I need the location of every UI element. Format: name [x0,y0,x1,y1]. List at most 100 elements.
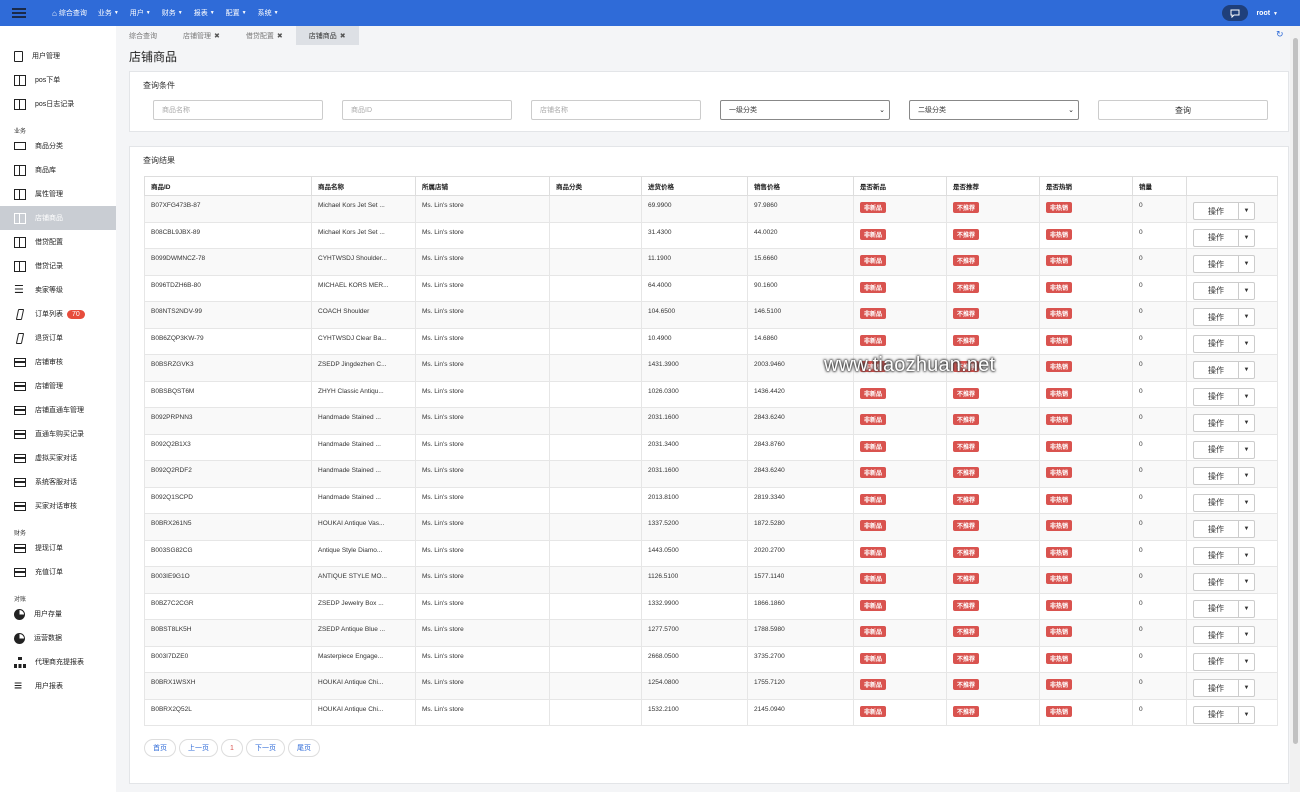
actions-dropdown-toggle[interactable]: ▼ [1239,230,1254,246]
sidebar-item[interactable]: 借贷配置 [0,230,116,254]
actions-button[interactable]: 操作 [1194,203,1239,219]
top-menu-item[interactable]: ⌂ 综合查询 [52,8,87,18]
close-icon[interactable]: ✖ [214,32,220,40]
actions-button[interactable]: 操作 [1194,627,1239,643]
sidebar-item[interactable]: 商品库 [0,158,116,182]
actions-dropdown-toggle[interactable]: ▼ [1239,256,1254,272]
refresh-icon[interactable]: ↻ [1276,29,1286,40]
last-page-button[interactable]: 尾页 [288,739,320,757]
scrollbar-thumb[interactable] [1293,38,1298,744]
category2-select[interactable]: 二级分类 ⌄ [909,100,1079,120]
sidebar-item[interactable]: 充值订单 [0,560,116,584]
sidebar-item[interactable]: 用户报表 [0,674,116,698]
actions-dropdown-toggle[interactable]: ▼ [1239,548,1254,564]
top-menu-item[interactable]: 财务 ▼ [162,8,183,18]
actions-dropdown-toggle[interactable]: ▼ [1239,362,1254,378]
chat-button[interactable] [1222,5,1249,21]
close-icon[interactable]: ✖ [277,32,283,40]
actions-dropdown-toggle[interactable]: ▼ [1239,336,1254,352]
sidebar-item[interactable]: 卖家等级 [0,278,116,302]
sidebar-item[interactable]: 虚拟买家对话 [0,446,116,470]
top-menu-item[interactable]: 报表 ▼ [194,8,215,18]
store-name-input[interactable] [531,100,701,120]
top-menu-item[interactable]: 配置 ▼ [226,8,247,18]
actions-dropdown-toggle[interactable]: ▼ [1239,468,1254,484]
actions-dropdown-toggle[interactable]: ▼ [1239,495,1254,511]
tab-item[interactable]: 店铺商品 ✖ [295,26,359,45]
actions-button[interactable]: 操作 [1194,388,1239,405]
actions-button[interactable]: 操作 [1194,600,1239,617]
product-name-input[interactable] [153,100,323,120]
sidebar-item[interactable]: 用户管理 [0,44,116,68]
next-page-button[interactable]: 下一页 [246,739,285,757]
sidebar-item[interactable]: 店铺商品 [0,206,116,230]
actions-button[interactable]: 操作 [1194,706,1239,723]
sidebar-item[interactable]: 订单列表 70 [0,302,116,326]
sidebar-item[interactable]: 店铺管理 [0,374,116,398]
actions-dropdown-toggle[interactable]: ▼ [1239,654,1254,670]
actions-dropdown-toggle[interactable]: ▼ [1239,680,1254,696]
sidebar-item[interactable]: pos下单 [0,68,116,92]
tab-item[interactable]: 综合查询 [116,26,170,45]
menu-toggle-button[interactable] [0,0,38,26]
hot-status-badge: 非热销 [1046,202,1073,213]
actions-button[interactable]: 操作 [1194,521,1239,537]
sidebar-item[interactable]: 系统客服对话 [0,470,116,494]
actions-dropdown-toggle[interactable]: ▼ [1239,707,1254,723]
actions-dropdown-toggle[interactable]: ▼ [1239,203,1254,219]
tab-item[interactable]: 借贷配置 ✖ [233,26,296,45]
actions-button[interactable]: 操作 [1194,494,1239,511]
sidebar-item[interactable]: 用户存量 [0,602,116,626]
actions-dropdown-toggle[interactable]: ▼ [1239,283,1254,299]
cost-price-cell: 1443.0500 [641,539,748,567]
sidebar-item[interactable]: 店铺直通车管理 [0,398,116,422]
close-icon[interactable]: ✖ [340,32,346,40]
category1-select[interactable]: 一级分类 ⌄ [720,100,890,120]
actions-dropdown-toggle[interactable]: ▼ [1239,309,1254,325]
actions-dropdown-toggle[interactable]: ▼ [1239,521,1254,537]
top-menu-item[interactable]: 业务 ▼ [98,8,119,18]
sidebar-item[interactable]: 借贷记录 [0,254,116,278]
sidebar-item[interactable]: 商品分类 [0,134,116,158]
actions-button[interactable]: 操作 [1194,415,1239,431]
actions-dropdown-toggle[interactable]: ▼ [1239,627,1254,643]
top-menu-item[interactable]: 用户 ▼ [130,8,151,18]
product-id-input[interactable] [342,100,512,120]
actions-button[interactable]: 操作 [1194,653,1239,670]
column-header: 销售价格 [747,176,854,196]
tab-item[interactable]: 店铺管理 ✖ [170,26,233,45]
actions-dropdown-toggle[interactable]: ▼ [1239,389,1254,405]
sidebar-item[interactable]: 运营数据 [0,626,116,650]
actions-button[interactable]: 操作 [1194,468,1239,484]
user-menu[interactable]: root ▼ [1256,10,1278,17]
sidebar-item[interactable]: 代理商充提报表 [0,650,116,674]
actions-button[interactable]: 操作 [1194,441,1239,458]
current-page-button[interactable]: 1 [221,739,243,757]
actions-button[interactable]: 操作 [1194,680,1239,696]
actions-button[interactable]: 操作 [1194,574,1239,590]
actions-button[interactable]: 操作 [1194,547,1239,564]
actions-dropdown-toggle[interactable]: ▼ [1239,574,1254,590]
page-scrollbar[interactable] [1290,26,1300,792]
top-menu-item[interactable]: 系统 ▼ [258,8,279,18]
actions-button[interactable]: 操作 [1194,309,1239,325]
first-page-button[interactable]: 首页 [144,739,176,757]
actions-button[interactable]: 操作 [1194,335,1239,352]
prev-page-button[interactable]: 上一页 [179,739,218,757]
actions-dropdown-toggle[interactable]: ▼ [1239,442,1254,458]
search-button[interactable]: 查询 [1098,100,1268,120]
actions-button[interactable]: 操作 [1194,362,1239,378]
cost-price-cell: 1532.2100 [641,698,748,726]
sidebar-item[interactable]: 退货订单 [0,326,116,350]
actions-dropdown-toggle[interactable]: ▼ [1239,601,1254,617]
actions-button[interactable]: 操作 [1194,282,1239,299]
actions-button[interactable]: 操作 [1194,229,1239,246]
sidebar-item[interactable]: 买家对话审核 [0,494,116,518]
sidebar-item[interactable]: 属性管理 [0,182,116,206]
sidebar-item[interactable]: 直通车购买记录 [0,422,116,446]
actions-button[interactable]: 操作 [1194,256,1239,272]
sidebar-item[interactable]: 提现订单 [0,536,116,560]
sidebar-item[interactable]: 店铺审核 [0,350,116,374]
sidebar-item[interactable]: pos日志记录 [0,92,116,116]
actions-dropdown-toggle[interactable]: ▼ [1239,415,1254,431]
